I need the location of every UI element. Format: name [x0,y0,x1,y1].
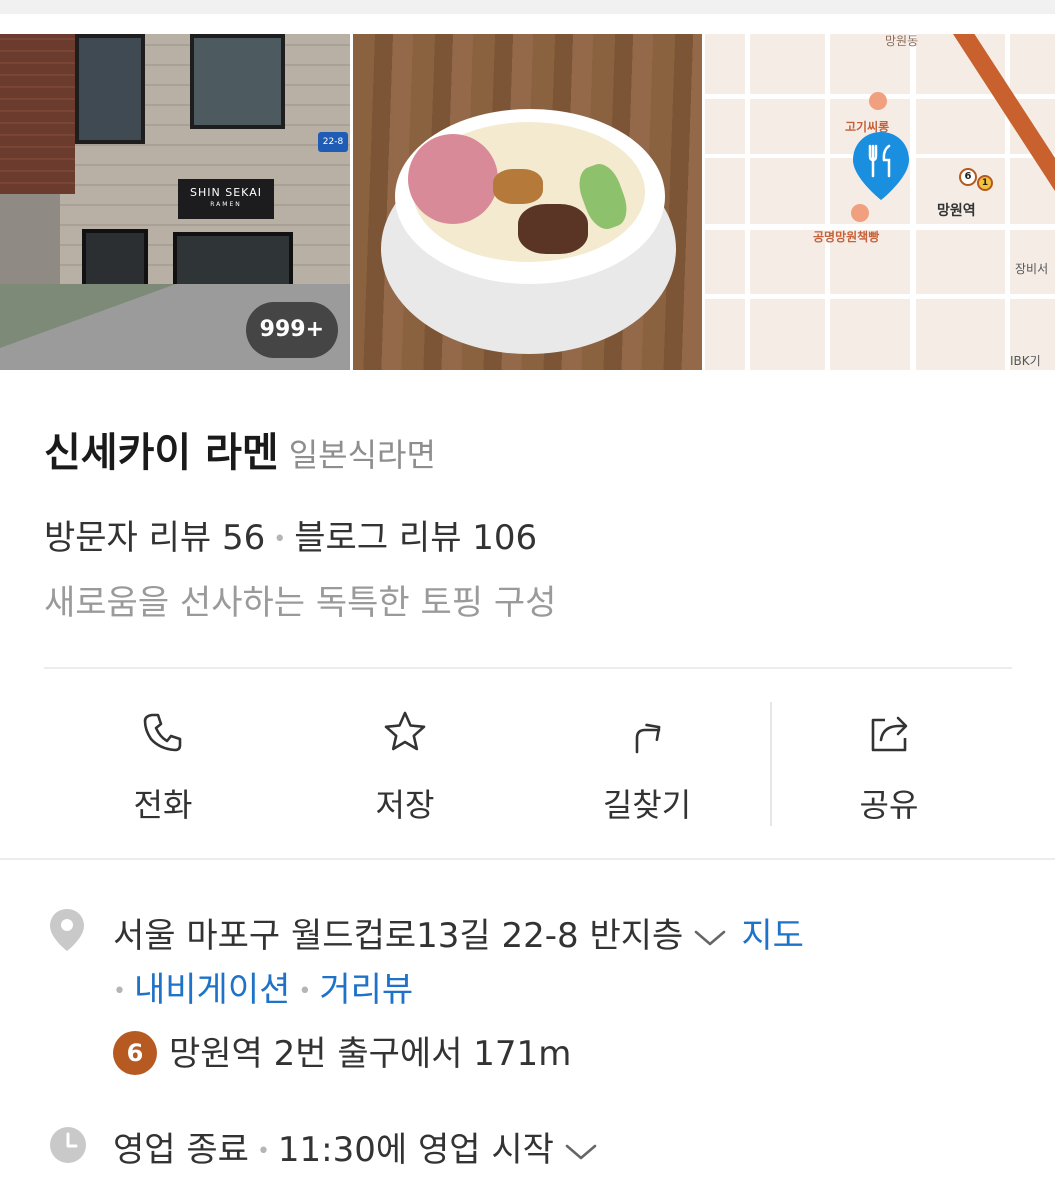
map-road [705,224,1055,230]
divider [44,667,1012,669]
top-bar [0,0,1055,34]
place-category: 일본식라면 [288,436,436,474]
directions-arrow-icon [635,723,661,754]
map-road [705,294,1055,299]
chevron-down-icon[interactable] [693,928,727,948]
cafe-poi-icon [851,204,869,222]
station-label: 망원역 [937,203,976,219]
separator-dot: • [256,1139,270,1164]
separator-dot: • [298,979,312,1004]
map-label: IBK기 [1010,354,1041,368]
business-status: 영업 종료 [113,1130,249,1170]
blog-review-link[interactable]: 블로그 리뷰 106 [294,518,537,558]
subway-line-6-icon: 6 [959,168,977,186]
directions-label: 길찾기 [602,786,692,824]
action-separator [770,702,772,826]
photo-count-badge[interactable]: 999+ [245,302,338,358]
location-marker-icon [50,909,84,951]
storefront-photo[interactable]: SHIN SEKAI RAMEN 22-8 999+ [0,34,350,370]
store-sign-subtext: RAMEN [210,201,242,208]
fried-onion-topping [493,169,543,204]
visitor-review-link[interactable]: 방문자 리뷰 56 [44,518,265,558]
action-bar: 전화 저장 길찾기 공유 [42,700,1012,830]
share-icon [871,716,908,752]
location-pin-icon [853,132,909,200]
map-link[interactable]: 지도 [741,916,804,956]
clock-icon [50,1127,86,1163]
chashu-topping [518,204,588,254]
chevron-down-icon[interactable] [564,1142,598,1162]
separator-dot: • [273,527,287,552]
window [75,34,145,144]
map-label: 망원동 [885,34,919,48]
store-sign: SHIN SEKAI RAMEN [178,179,274,219]
restaurant-poi-icon [869,92,887,110]
map-road [745,34,750,370]
call-label: 전화 [133,786,193,824]
place-description: 새로움을 선사하는 독특한 토핑 구성 [44,583,557,623]
save-button[interactable]: 저장 [284,700,526,830]
subway-line-1-icon: 1 [977,175,993,191]
address-plate: 22-8 [318,132,348,152]
ramen-photo[interactable] [353,34,702,370]
address-row: 서울 마포구 월드컵로13길 22-8 반지층 지도 [113,908,804,957]
star-icon [384,711,426,751]
photo-gallery[interactable]: SHIN SEKAI RAMEN 22-8 999+ 망원동 고기씨롱 공명망원책… [0,34,1055,370]
business-hours-row[interactable]: 영업 종료 • 11:30에 영업 시작 [113,1122,612,1171]
streetview-link[interactable]: 거리뷰 [319,970,413,1010]
separator-dot: • [113,979,126,1004]
call-button[interactable]: 전화 [42,700,284,830]
address-links-row: • 내비게이션 • 거리뷰 [113,962,413,1011]
store-sign-text: SHIN SEKAI [190,186,262,199]
map-road [910,34,916,370]
brick-wall [0,34,75,194]
map-label: 장비서 [1015,262,1049,276]
subway-info-row: 6 망원역 2번 출구에서 171m [113,1026,571,1075]
map-label: 공명망원책빵 [813,230,880,244]
window [190,34,285,129]
directions-button[interactable]: 길찾기 [526,700,768,830]
ham-topping [408,134,498,224]
save-label: 저장 [375,786,435,824]
share-button[interactable]: 공유 [768,700,1010,830]
subway-line-badge: 6 [113,1030,157,1075]
navigation-link[interactable]: 내비게이션 [134,970,290,1010]
address-text: 서울 마포구 월드컵로13길 22-8 반지층 [113,916,684,956]
review-summary: 방문자 리뷰 56 • 블로그 리뷰 106 [44,510,537,559]
subway-distance-text: 망원역 2번 출구에서 171m [169,1034,572,1074]
share-label: 공유 [859,786,919,824]
map-road [825,34,830,370]
next-open-time: 11:30에 영업 시작 [277,1130,554,1170]
section-divider [0,858,1055,860]
map-thumbnail[interactable]: 망원동 고기씨롱 공명망원책빵 6 1 망원역 장비서 IBK기 [705,34,1055,370]
place-title-row: 신세카이 라멘 일본식라면 [44,420,436,478]
phone-icon [143,713,182,752]
place-name: 신세카이 라멘 [44,430,279,476]
